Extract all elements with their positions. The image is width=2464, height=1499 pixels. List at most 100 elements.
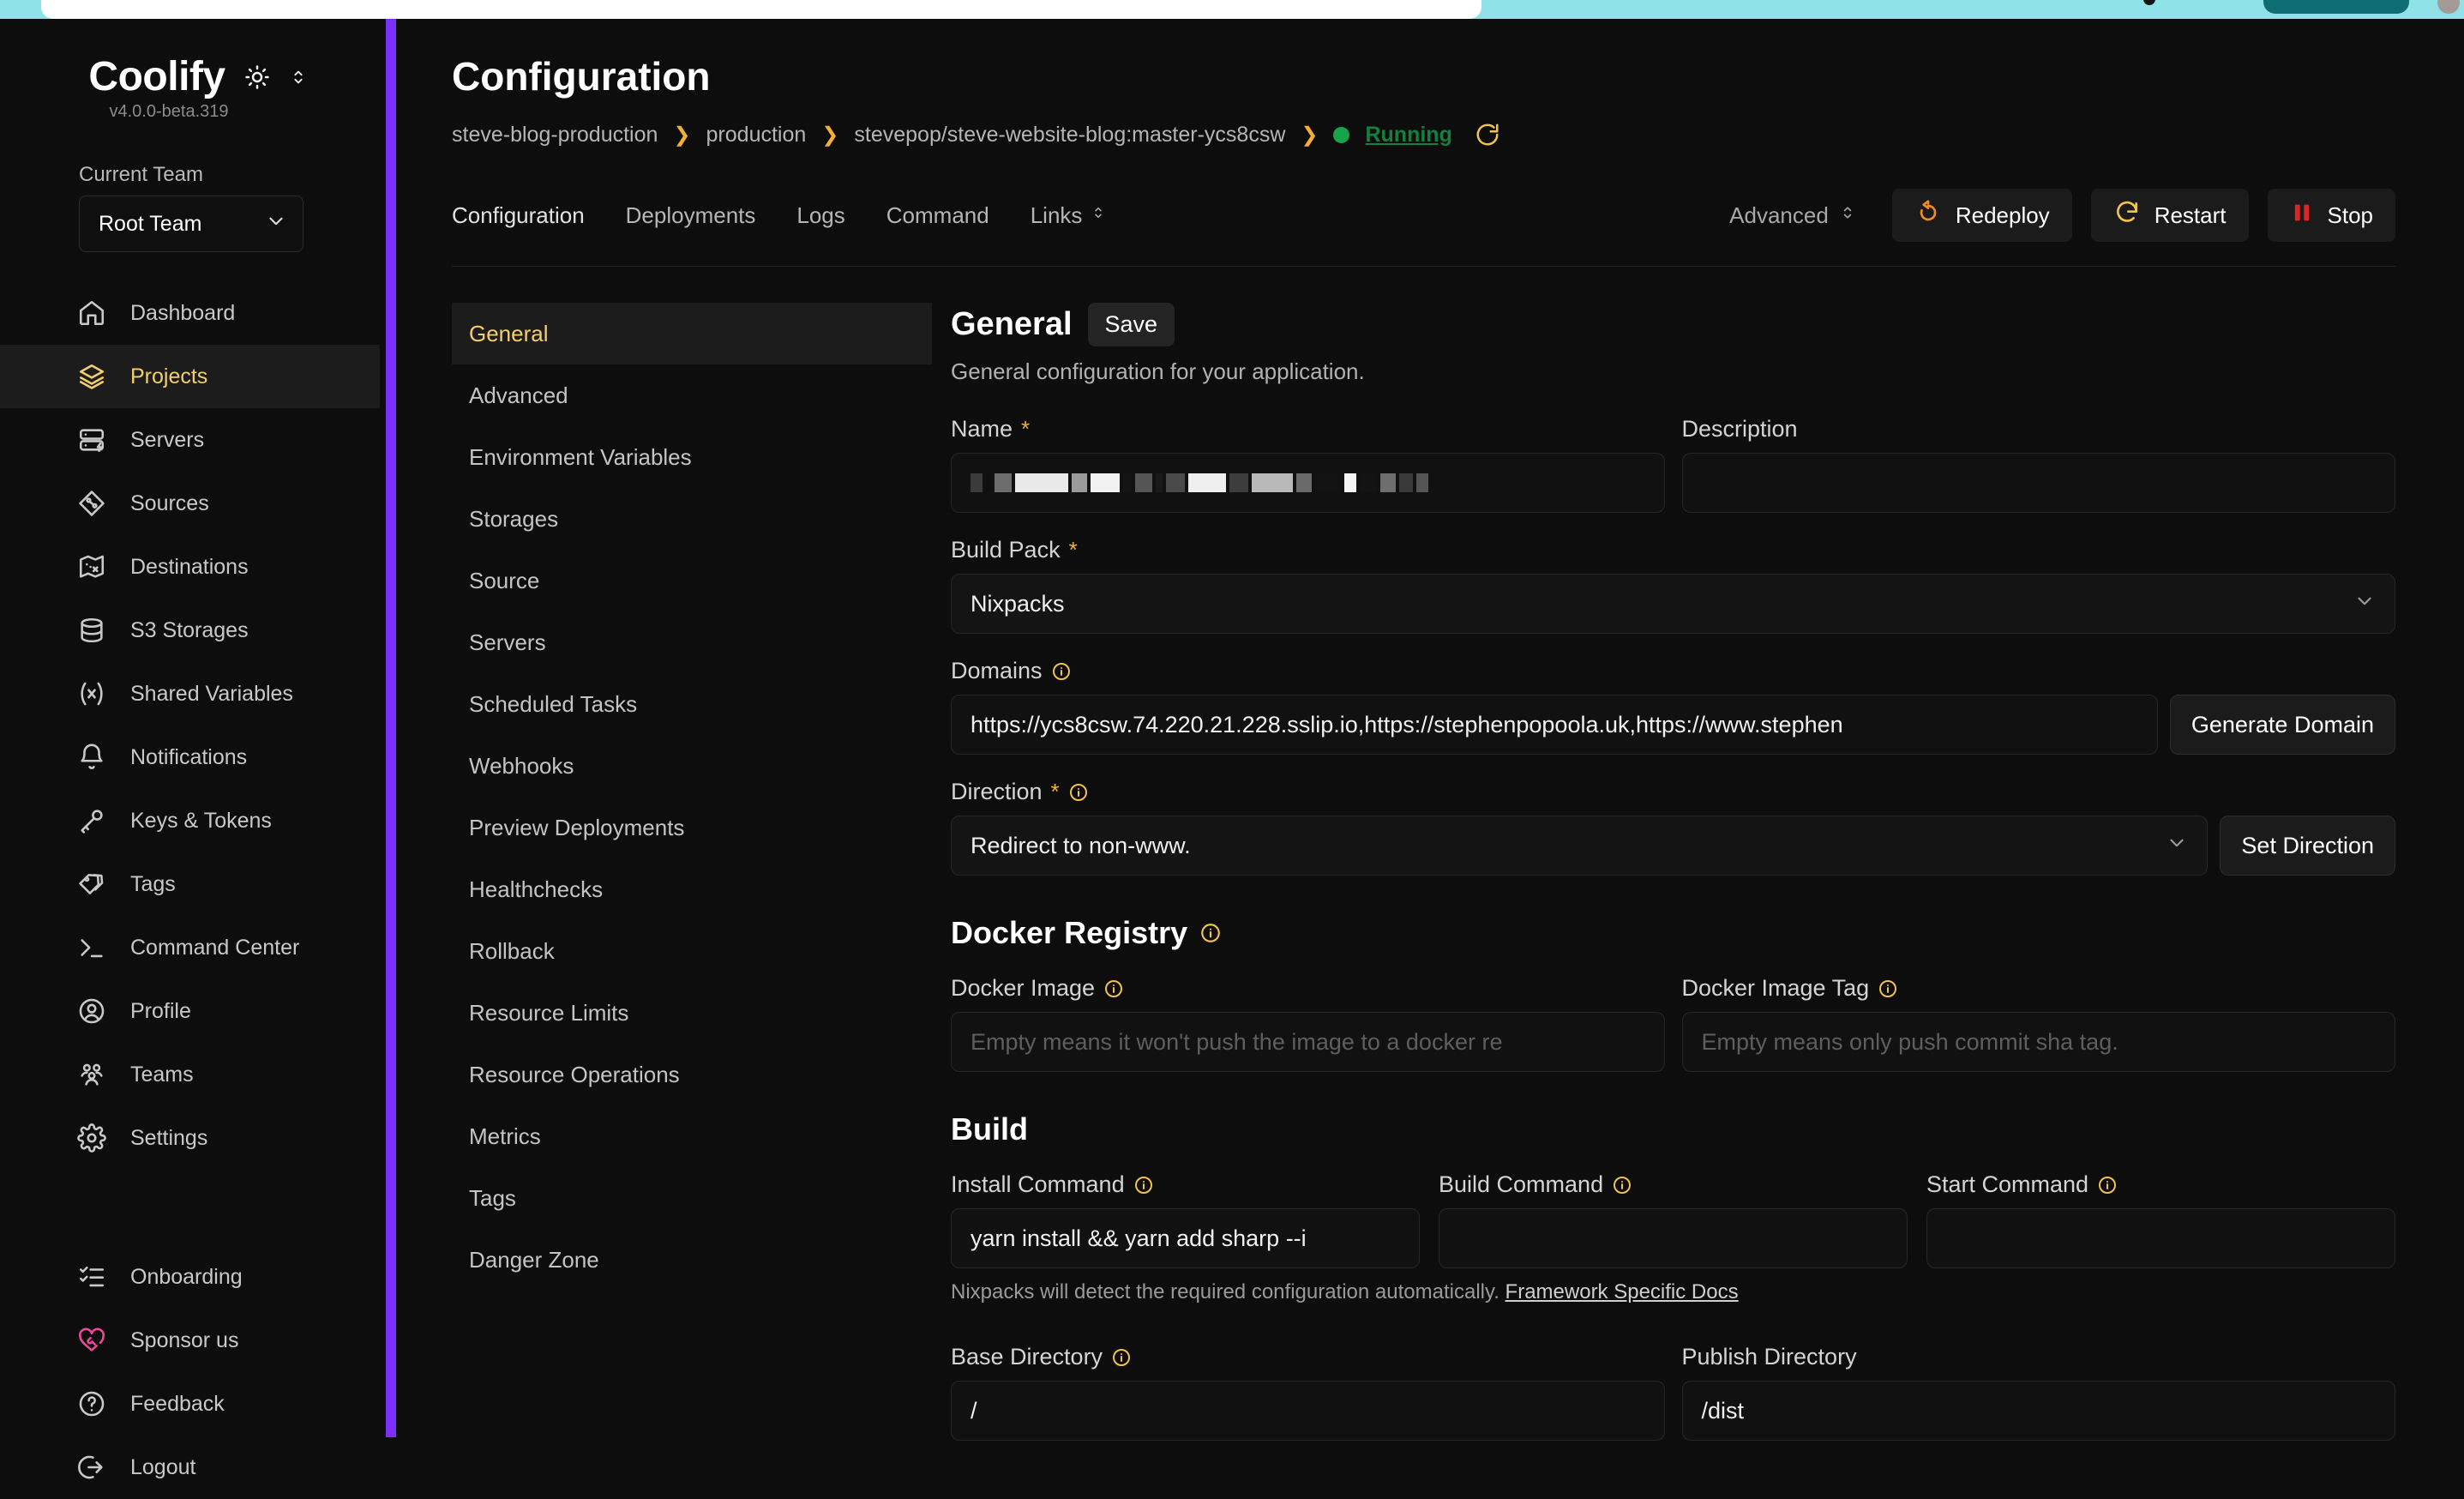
- submenu-item-storages[interactable]: Storages: [452, 488, 932, 550]
- domains-label: Domains: [951, 658, 2395, 684]
- breadcrumb-item-environment[interactable]: production: [706, 123, 807, 147]
- sidebar-item-command-center[interactable]: Command Center: [0, 916, 386, 979]
- base-directory-input[interactable]: /: [951, 1381, 1665, 1441]
- redaction-block: [986, 473, 991, 492]
- name-input[interactable]: [951, 453, 1665, 513]
- domains-input[interactable]: https://ycs8csw.74.220.21.228.sslip.io,h…: [951, 695, 2158, 755]
- direction-select[interactable]: Redirect to non-www.: [951, 816, 2209, 876]
- sidebar-item-notifications[interactable]: Notifications: [0, 725, 386, 789]
- domains-label-text: Domains: [951, 658, 1043, 683]
- info-icon[interactable]: [1111, 1347, 1132, 1368]
- save-button[interactable]: Save: [1087, 303, 1175, 346]
- current-team-select[interactable]: Root Team: [79, 196, 303, 252]
- set-direction-button[interactable]: Set Direction: [2220, 816, 2395, 876]
- sun-icon[interactable]: [244, 64, 270, 90]
- publish-directory-field-group: Publish Directory /dist: [1681, 1344, 2395, 1441]
- sidebar-item-label: Dashboard: [130, 300, 236, 325]
- submenu-item-label: Environment Variables: [469, 443, 692, 470]
- sidebar-item-logout[interactable]: Logout: [0, 1436, 386, 1499]
- submenu-item-rollback[interactable]: Rollback: [452, 920, 932, 982]
- sidebar-item-onboarding[interactable]: Onboarding: [0, 1245, 386, 1309]
- page-title: Configuration: [452, 54, 711, 99]
- sidebar-item-sources[interactable]: Sources: [0, 472, 386, 535]
- sidebar-item-settings[interactable]: Settings: [0, 1106, 386, 1170]
- server-icon: [77, 425, 106, 455]
- submenu-item-resource-limits[interactable]: Resource Limits: [452, 982, 932, 1044]
- framework-docs-link[interactable]: Framework Specific Docs: [1505, 1280, 1739, 1303]
- submenu-item-scheduled-tasks[interactable]: Scheduled Tasks: [452, 673, 932, 735]
- status-badge[interactable]: Running: [1365, 123, 1451, 147]
- submenu-item-servers[interactable]: Servers: [452, 611, 932, 673]
- submenu-item-metrics[interactable]: Metrics: [452, 1105, 932, 1167]
- restart-button[interactable]: Restart: [2090, 189, 2249, 242]
- info-icon[interactable]: [1133, 1175, 1154, 1195]
- submenu-item-healthchecks[interactable]: Healthchecks: [452, 858, 932, 920]
- submenu-item-webhooks[interactable]: Webhooks: [452, 735, 932, 797]
- info-icon[interactable]: [1103, 978, 1124, 999]
- stop-button[interactable]: Stop: [2267, 189, 2395, 242]
- tab-deployments[interactable]: Deployments: [626, 202, 756, 229]
- docker-image-label: Docker Image: [951, 975, 1665, 1002]
- submenu-item-advanced[interactable]: Advanced: [452, 364, 932, 426]
- submenu-item-source[interactable]: Source: [452, 550, 932, 611]
- sidebar-item-shared-variables[interactable]: Shared Variables: [0, 662, 386, 725]
- page-scrollbar-thumb[interactable]: [386, 19, 396, 1437]
- redacted-value: [971, 454, 1432, 512]
- sidebar-item-projects[interactable]: Projects: [0, 345, 386, 408]
- heart-handshake-icon: [77, 1326, 106, 1355]
- sidebar-item-s3-storages[interactable]: S3 Storages: [0, 599, 386, 662]
- submenu-item-label: Webhooks: [469, 752, 574, 779]
- tab-command[interactable]: Command: [886, 202, 989, 229]
- chevron-right-icon: ❯: [673, 123, 691, 147]
- chevron-updown-icon[interactable]: [289, 64, 308, 90]
- build-title: Build: [951, 1111, 2395, 1147]
- sidebar-item-sponsor-us[interactable]: Sponsor us: [0, 1309, 386, 1372]
- info-icon[interactable]: [1199, 922, 1222, 944]
- submenu-item-general[interactable]: General: [452, 303, 932, 364]
- info-icon[interactable]: [1051, 661, 1072, 682]
- sidebar-item-tags[interactable]: Tags: [0, 852, 386, 916]
- general-panel: General Save General configuration for y…: [932, 287, 2464, 1441]
- docker-image-tag-input[interactable]: Empty means only push commit sha tag.: [1681, 1012, 2395, 1072]
- build-command-input[interactable]: [1439, 1208, 1908, 1268]
- sidebar-item-destinations[interactable]: Destinations: [0, 535, 386, 599]
- info-icon[interactable]: [1068, 782, 1089, 803]
- start-command-input[interactable]: [1926, 1208, 2395, 1268]
- submenu-item-danger-zone[interactable]: Danger Zone: [452, 1229, 932, 1291]
- sidebar-item-profile[interactable]: Profile: [0, 979, 386, 1043]
- direction-row: Redirect to non-www. Set Direction: [951, 816, 2395, 876]
- tab-configuration[interactable]: Configuration: [452, 202, 585, 229]
- submenu-item-preview-deployments[interactable]: Preview Deployments: [452, 797, 932, 858]
- chevron-down-icon: [2166, 832, 2188, 860]
- buildpack-select[interactable]: Nixpacks: [951, 574, 2395, 634]
- refresh-icon[interactable]: [1475, 122, 1500, 147]
- submenu-item-tags[interactable]: Tags: [452, 1167, 932, 1229]
- tab-logs[interactable]: Logs: [796, 202, 844, 229]
- generate-domain-button[interactable]: Generate Domain: [2169, 695, 2395, 755]
- base-directory-label-text: Base Directory: [951, 1344, 1103, 1370]
- tab-links[interactable]: Links: [1031, 202, 1107, 229]
- redaction-block: [1091, 473, 1120, 492]
- sidebar-item-feedback[interactable]: Feedback: [0, 1372, 386, 1436]
- sidebar-item-dashboard[interactable]: Dashboard: [0, 281, 386, 345]
- breadcrumb-item-project[interactable]: steve-blog-production: [452, 123, 658, 147]
- redeploy-icon: [1914, 199, 1942, 232]
- sidebar-item-keys-tokens[interactable]: Keys & Tokens: [0, 789, 386, 852]
- submenu-item-resource-operations[interactable]: Resource Operations: [452, 1044, 932, 1105]
- description-input[interactable]: [1681, 453, 2395, 513]
- publish-directory-input[interactable]: /dist: [1681, 1381, 2395, 1441]
- layers-icon: [77, 362, 106, 391]
- breadcrumb-item-resource[interactable]: stevepop/steve-website-blog:master-ycs8c…: [854, 123, 1285, 147]
- redeploy-button[interactable]: Redeploy: [1891, 189, 2072, 242]
- info-icon[interactable]: [1878, 978, 1898, 999]
- submenu-item-environment-variables[interactable]: Environment Variables: [452, 426, 932, 488]
- sidebar-item-servers[interactable]: Servers: [0, 408, 386, 472]
- info-icon[interactable]: [1612, 1175, 1632, 1195]
- sidebar-item-teams[interactable]: Teams: [0, 1043, 386, 1106]
- checklist-icon: [77, 1262, 106, 1291]
- info-icon[interactable]: [2097, 1175, 2118, 1195]
- docker-image-input[interactable]: Empty means it won't push the image to a…: [951, 1012, 1665, 1072]
- browser-chrome-sliver: [0, 0, 2464, 19]
- install-command-input[interactable]: yarn install && yarn add sharp --i: [951, 1208, 1420, 1268]
- advanced-dropdown[interactable]: Advanced: [1729, 202, 1856, 230]
